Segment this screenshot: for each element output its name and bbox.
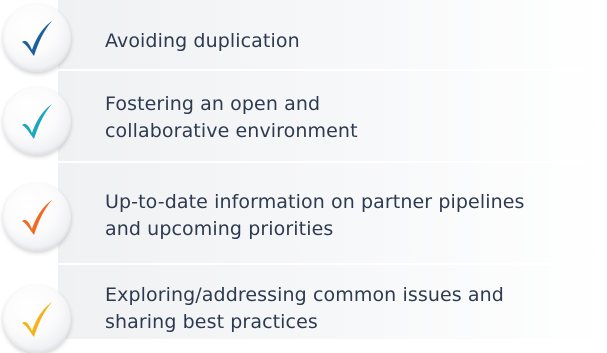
check-badge [3, 4, 71, 72]
checklist: Avoiding duplication Fostering an open a… [0, 0, 607, 353]
check-badge [3, 183, 71, 251]
checkmark-icon [22, 21, 52, 56]
list-item: Fostering an open and collaborative envi… [0, 71, 607, 163]
checkmark-icon [22, 302, 52, 337]
list-item: Avoiding duplication [0, 0, 607, 72]
check-path [22, 104, 52, 139]
check-path [22, 302, 52, 337]
item-label: Up-to-date information on partner pipeli… [105, 191, 525, 240]
item-label: Exploring/addressing common issues and s… [105, 284, 504, 333]
check-path [22, 21, 52, 56]
check-badge [3, 87, 71, 155]
item-label: Fostering an open and collaborative envi… [105, 93, 358, 142]
checkmark-icon [22, 200, 52, 235]
check-path [22, 200, 52, 235]
list-item: Up-to-date information on partner pipeli… [0, 163, 607, 265]
item-label: Avoiding duplication [105, 30, 300, 52]
list-item: Exploring/addressing common issues and s… [0, 265, 607, 353]
checkmark-icon [22, 104, 52, 139]
check-badge [3, 285, 71, 353]
